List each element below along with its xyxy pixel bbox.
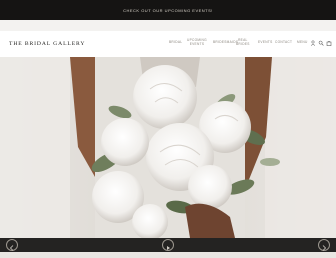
prev-slide-button[interactable] — [6, 239, 18, 251]
brand-logo[interactable]: THE BRIDAL GALLERY — [9, 41, 85, 47]
nav-item-events[interactable]: EVENTS — [258, 40, 273, 45]
search-icon[interactable] — [318, 40, 324, 46]
nav-label-events-line: EVENTS — [189, 41, 205, 46]
user-icon[interactable] — [310, 40, 316, 46]
announcement-bar[interactable]: CHECK OUT OUR UPCOMING EVENTS! — [0, 0, 336, 20]
nav-item-contact[interactable]: CONTACT — [275, 40, 293, 45]
hero-image-bouquet — [0, 57, 336, 238]
nav-label-events: EVENTS — [258, 40, 273, 44]
nav-item-bridal[interactable]: BRIDAL — [169, 40, 183, 45]
nav-label-brides: BRIDES — [236, 41, 250, 46]
bag-icon[interactable] — [326, 40, 332, 46]
nav-item-upcoming-events[interactable]: UPCOMING EVENTS — [187, 38, 207, 47]
site-header: THE BRIDAL GALLERY BRIDAL UPCOMING EVENT… — [0, 31, 336, 58]
nav-label-menu: MENU — [297, 40, 308, 44]
play-slideshow-button[interactable] — [162, 239, 174, 251]
nav-item-menu[interactable]: MENU — [297, 40, 308, 45]
next-slide-button[interactable] — [318, 239, 330, 251]
bouquet-photo — [0, 57, 336, 238]
header-top-strip — [0, 20, 336, 31]
nav-item-real-brides[interactable]: REAL BRIDES — [236, 38, 250, 47]
nav-label-bridal: BRIDAL — [169, 40, 183, 44]
carousel-controls — [0, 238, 336, 252]
nav-item-bridesmaids[interactable]: BRIDESMAIDS — [213, 40, 239, 45]
announcement-text[interactable]: CHECK OUT OUR UPCOMING EVENTS! — [123, 8, 213, 13]
nav-label-contact: CONTACT — [275, 40, 293, 44]
nav-label-bridesmaids: BRIDESMAIDS — [213, 40, 239, 44]
